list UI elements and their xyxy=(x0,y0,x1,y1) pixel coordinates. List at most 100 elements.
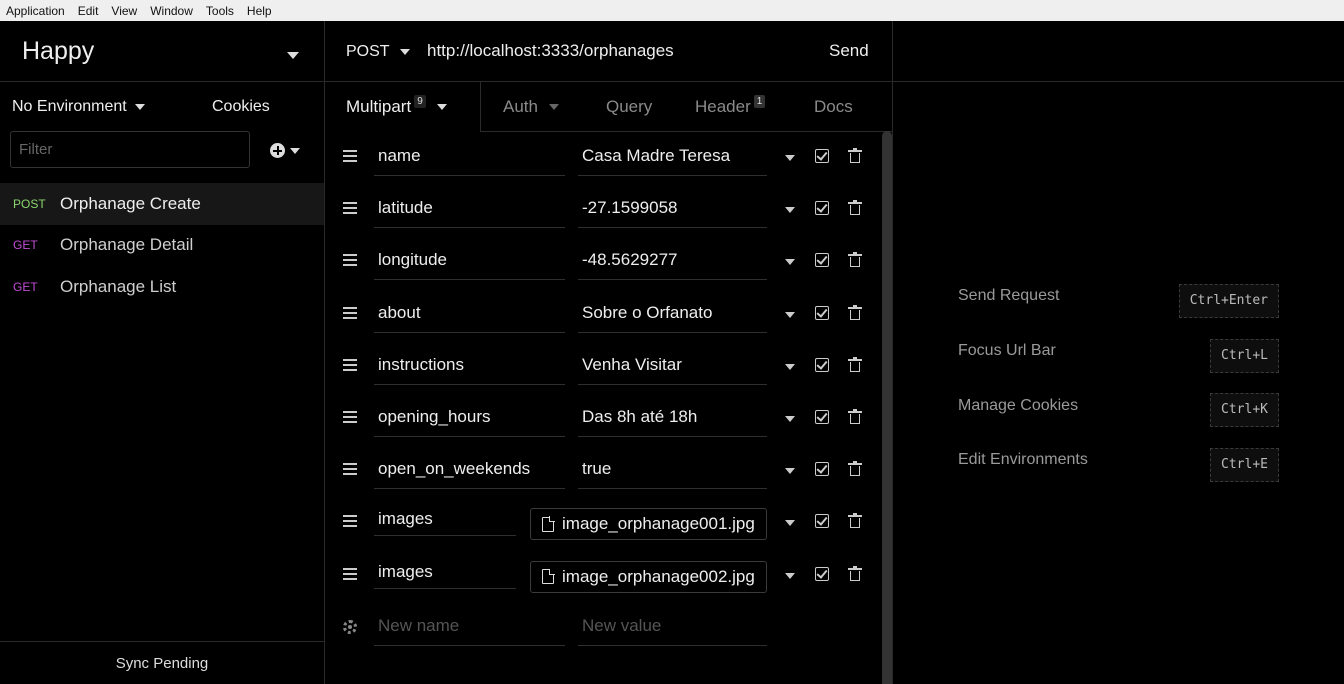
workspace-title: Happy xyxy=(22,37,95,65)
cookies-button[interactable]: Cookies xyxy=(212,98,270,116)
field-value-input[interactable]: Sobre o Orfanato xyxy=(578,298,767,333)
drag-handle-icon[interactable] xyxy=(343,463,357,476)
trash-icon[interactable] xyxy=(848,356,862,372)
enable-checkbox[interactable] xyxy=(815,566,829,581)
field-value-input[interactable]: -48.5629277 xyxy=(578,245,767,281)
trash-icon[interactable] xyxy=(848,304,862,320)
chevron-down-icon[interactable] xyxy=(785,468,795,475)
menu-help[interactable]: Help xyxy=(247,4,272,18)
tab-query[interactable]: Query xyxy=(606,97,652,117)
tab-multipart[interactable]: Multipart 9 xyxy=(346,95,447,117)
new-name-input[interactable]: New name xyxy=(374,611,565,646)
field-value-input[interactable]: Casa Madre Teresa xyxy=(578,141,767,176)
method-dropdown[interactable]: POST xyxy=(346,43,410,61)
request-item[interactable]: GET Orphanage Detail xyxy=(0,225,324,267)
field-name-input[interactable]: open_on_weekends xyxy=(374,454,565,490)
chevron-down-icon[interactable] xyxy=(785,259,795,266)
file-select-button[interactable]: image_orphanage002.jpg xyxy=(530,560,767,593)
trash-icon[interactable] xyxy=(848,148,862,163)
multipart-row: name Casa Madre Teresa xyxy=(325,133,892,185)
request-item[interactable]: POST Orphanage Create xyxy=(0,183,324,225)
add-request-button[interactable] xyxy=(270,143,300,158)
multipart-row: images image_orphanage002.jpg xyxy=(325,551,892,603)
field-name-input[interactable]: instructions xyxy=(374,350,565,385)
filter-input[interactable] xyxy=(10,131,250,168)
trash-icon[interactable] xyxy=(848,565,862,581)
menu-edit[interactable]: Edit xyxy=(78,4,99,18)
shortcut-keys: Ctrl+Enter xyxy=(1178,284,1279,318)
workspace-header[interactable]: Happy xyxy=(0,21,325,82)
chevron-down-icon[interactable] xyxy=(785,363,795,370)
chevron-down-icon[interactable] xyxy=(785,572,795,579)
multipart-row: opening_hours Das 8h até 18h xyxy=(325,394,892,446)
trash-icon[interactable] xyxy=(848,513,862,529)
field-name-input[interactable]: about xyxy=(374,298,565,333)
chevron-down-icon[interactable] xyxy=(785,207,795,214)
new-value-input[interactable]: New value xyxy=(578,611,767,646)
response-header xyxy=(893,21,1344,82)
menu-tools[interactable]: Tools xyxy=(206,4,234,18)
menu-application[interactable]: Application xyxy=(6,4,65,18)
drag-handle-icon[interactable] xyxy=(343,567,357,580)
gear-icon[interactable] xyxy=(343,619,357,634)
trash-icon[interactable] xyxy=(848,408,862,424)
field-value-input[interactable]: -27.1599058 xyxy=(578,193,767,229)
shortcut-label: Send Request xyxy=(958,287,1060,304)
trash-icon[interactable] xyxy=(848,200,862,216)
tab-auth[interactable]: Auth xyxy=(503,97,559,117)
chevron-down-icon[interactable] xyxy=(785,415,795,422)
plus-circle-icon xyxy=(270,143,285,158)
tab-label: Multipart xyxy=(346,97,412,116)
response-pane: Send Request Ctrl+Enter Focus Url Bar Ct… xyxy=(893,21,1344,684)
field-value-input[interactable]: Das 8h até 18h xyxy=(578,402,767,437)
field-name-input[interactable]: images xyxy=(374,504,516,537)
menu-bar: Application Edit View Window Tools Help xyxy=(0,0,1344,21)
field-name-input[interactable]: latitude xyxy=(374,193,565,229)
field-name-input[interactable]: name xyxy=(374,141,565,176)
enable-checkbox[interactable] xyxy=(815,305,829,320)
drag-handle-icon[interactable] xyxy=(343,515,357,528)
scrollbar[interactable] xyxy=(882,131,892,684)
field-name-input[interactable]: images xyxy=(374,557,516,589)
enable-checkbox[interactable] xyxy=(815,409,829,424)
field-value-input[interactable]: true xyxy=(578,454,767,490)
trash-icon[interactable] xyxy=(848,461,862,477)
multipart-row: images image_orphanage001.jpg xyxy=(325,498,892,550)
menu-view[interactable]: View xyxy=(111,4,137,18)
drag-handle-icon[interactable] xyxy=(343,254,357,267)
chevron-down-icon[interactable] xyxy=(785,311,795,318)
enable-checkbox[interactable] xyxy=(815,253,829,268)
enable-checkbox[interactable] xyxy=(815,149,829,163)
chevron-down-icon xyxy=(436,104,447,110)
send-button[interactable]: Send xyxy=(829,41,869,61)
chevron-down-icon[interactable] xyxy=(785,520,795,527)
enable-checkbox[interactable] xyxy=(815,514,829,529)
multipart-list: name Casa Madre Teresa latitude -27.1599… xyxy=(325,133,892,655)
field-name-input[interactable]: opening_hours xyxy=(374,402,565,437)
menu-window[interactable]: Window xyxy=(150,4,193,18)
tab-header[interactable]: Header 1 xyxy=(695,95,766,117)
trash-icon[interactable] xyxy=(848,252,862,268)
drag-handle-icon[interactable] xyxy=(343,150,357,162)
file-select-button[interactable]: image_orphanage001.jpg xyxy=(530,508,767,541)
shortcut-label: Manage Cookies xyxy=(958,397,1079,414)
chevron-down-icon[interactable] xyxy=(287,52,299,59)
url-input[interactable]: http://localhost:3333/orphanages xyxy=(427,41,674,61)
chevron-down-icon[interactable] xyxy=(785,155,795,161)
drag-handle-icon[interactable] xyxy=(343,358,357,371)
drag-handle-icon[interactable] xyxy=(343,202,357,215)
drag-handle-icon[interactable] xyxy=(343,306,357,319)
enable-checkbox[interactable] xyxy=(815,357,829,372)
request-name: Orphanage Create xyxy=(60,193,201,213)
tab-docs[interactable]: Docs xyxy=(814,97,853,117)
chevron-down-icon xyxy=(290,147,300,154)
enable-checkbox[interactable] xyxy=(815,462,829,477)
field-name-input[interactable]: longitude xyxy=(374,245,565,281)
request-item[interactable]: GET Orphanage List xyxy=(0,266,324,308)
environment-dropdown[interactable]: No Environment xyxy=(12,98,145,116)
field-value-input[interactable]: Venha Visitar xyxy=(578,350,767,385)
tab-label: Query xyxy=(606,97,653,116)
sync-status[interactable]: Sync Pending xyxy=(0,641,324,684)
enable-checkbox[interactable] xyxy=(815,201,829,216)
drag-handle-icon[interactable] xyxy=(343,410,357,423)
